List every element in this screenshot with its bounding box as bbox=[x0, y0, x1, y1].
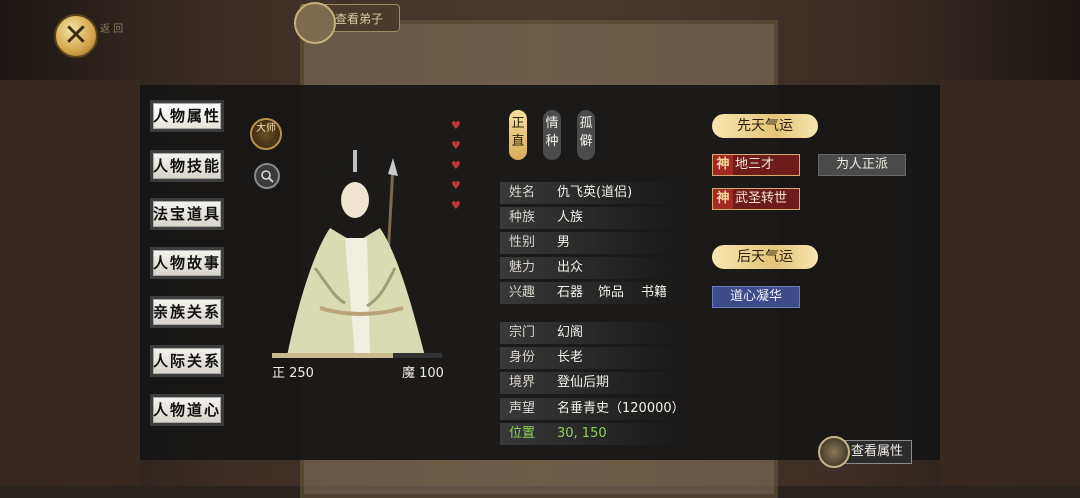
trait-tag[interactable]: 情种 bbox=[543, 110, 561, 160]
heart-icon: ♥ bbox=[451, 119, 461, 132]
menu-item-dao-heart[interactable]: 人物道心 bbox=[150, 394, 224, 426]
heart-icon: ♥ bbox=[451, 139, 461, 152]
master-badge-icon[interactable]: 大师 bbox=[250, 118, 282, 150]
info-row-fame: 声望 名垂青史（120000） bbox=[500, 398, 685, 420]
menu-item-treasures[interactable]: 法宝道具 bbox=[150, 198, 224, 230]
info-key: 声望 bbox=[509, 401, 536, 416]
info-value: 仇飞英(道侣) bbox=[557, 185, 633, 200]
info-key: 兴趣 bbox=[509, 285, 536, 300]
info-value: 长老 bbox=[557, 350, 584, 365]
acquired-luck-tag[interactable]: 道心凝华 bbox=[712, 286, 800, 308]
info-row-name: 姓名 仇飞英(道侣) bbox=[500, 182, 680, 204]
menu-item-relations[interactable]: 人际关系 bbox=[150, 345, 224, 377]
innate-luck-tag[interactable]: 神 武圣转世 bbox=[712, 188, 800, 210]
innate-luck-title: 先天气运 bbox=[712, 114, 818, 138]
innate-luck-tag[interactable]: 神 地三才 bbox=[712, 154, 800, 176]
info-key: 姓名 bbox=[509, 185, 536, 200]
background-door-left bbox=[0, 80, 140, 486]
background-door-right bbox=[940, 80, 1080, 486]
menu-item-story[interactable]: 人物故事 bbox=[150, 247, 224, 279]
menu-item-kinship[interactable]: 亲族关系 bbox=[150, 296, 224, 328]
righteous-value: 正 250 bbox=[272, 366, 314, 381]
close-x-icon: ✕ bbox=[63, 18, 89, 53]
heart-icon: ♥ bbox=[451, 199, 461, 212]
menu-item-attributes[interactable]: 人物属性 bbox=[150, 100, 224, 132]
close-label: 返 回 bbox=[100, 24, 124, 35]
info-row-gender: 性别 男 bbox=[500, 232, 680, 254]
heart-icon: ♥ bbox=[451, 159, 461, 172]
info-key: 宗门 bbox=[509, 325, 536, 340]
hobby-item: 饰品 bbox=[598, 285, 625, 300]
info-value: 人族 bbox=[557, 210, 584, 225]
info-key: 性别 bbox=[509, 235, 536, 250]
close-button[interactable]: ✕ bbox=[54, 14, 98, 58]
luck-tag-label: 武圣转世 bbox=[735, 191, 788, 206]
luck-tag-label: 地三才 bbox=[735, 157, 775, 172]
info-key: 种族 bbox=[509, 210, 536, 225]
info-value: 幻阁 bbox=[557, 325, 584, 340]
info-row-race: 种族 人族 bbox=[500, 207, 680, 229]
acquired-luck-title: 后天气运 bbox=[712, 245, 818, 269]
badge-label: 大师 bbox=[256, 123, 276, 134]
info-row-position[interactable]: 位置 30, 150 bbox=[500, 423, 680, 445]
view-attributes-label: 查看属性 bbox=[842, 440, 912, 464]
hobby-item: 书籍 bbox=[641, 285, 668, 300]
info-key: 魅力 bbox=[509, 260, 536, 275]
hobby-item: 石器 bbox=[557, 285, 584, 300]
trait-tag[interactable]: 孤僻 bbox=[577, 110, 595, 160]
info-value: 登仙后期 bbox=[557, 375, 610, 390]
info-value: 出众 bbox=[557, 260, 584, 275]
divine-mark-icon: 神 bbox=[713, 155, 733, 175]
info-row-identity: 身份 长老 bbox=[500, 347, 680, 369]
demonic-value: 魔 100 bbox=[402, 366, 444, 381]
background-tab-avatar bbox=[294, 2, 336, 44]
info-key: 位置 bbox=[509, 426, 536, 441]
info-row-charm: 魅力 出众 bbox=[500, 257, 680, 279]
info-value: 名垂青史（120000） bbox=[557, 401, 685, 416]
innate-luck-tag-gray[interactable]: 为人正派 bbox=[818, 154, 906, 176]
info-row-hobby: 兴趣 石器 饰品 书籍 bbox=[500, 282, 680, 304]
info-row-sect: 宗门 幻阁 bbox=[500, 322, 680, 344]
moral-balance-bar bbox=[272, 353, 442, 358]
character-avatar-icon bbox=[818, 436, 850, 468]
menu-item-skills[interactable]: 人物技能 bbox=[150, 150, 224, 182]
character-portrait bbox=[287, 150, 425, 356]
info-key: 身份 bbox=[509, 350, 536, 365]
heart-icon: ♥ bbox=[451, 179, 461, 192]
moral-balance-fill bbox=[272, 353, 393, 358]
trait-tag[interactable]: 正直 bbox=[509, 110, 527, 160]
info-row-realm: 境界 登仙后期 bbox=[500, 372, 680, 394]
info-value: 男 bbox=[557, 235, 571, 250]
info-value: 30, 150 bbox=[557, 426, 607, 441]
view-attributes-button[interactable]: 查看属性 bbox=[818, 436, 912, 468]
divine-mark-icon: 神 bbox=[713, 189, 733, 209]
info-key: 境界 bbox=[509, 375, 536, 390]
